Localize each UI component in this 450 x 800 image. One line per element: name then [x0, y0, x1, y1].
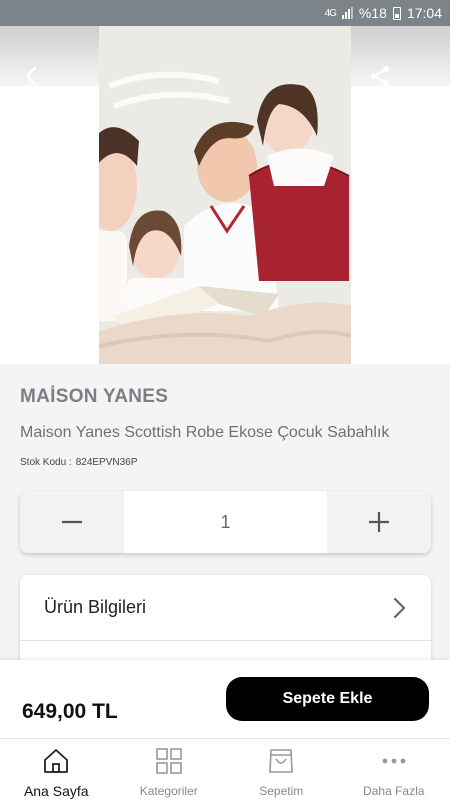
- share-icon: [371, 66, 389, 86]
- info-row-label: Ürün Bilgileri: [44, 597, 147, 617]
- tab-cart[interactable]: Sepetim: [225, 739, 338, 800]
- quantity-stepper: 1: [20, 491, 431, 553]
- status-bar: 4G %18 17:04: [0, 0, 450, 26]
- plus-icon: [369, 512, 389, 532]
- product-title: Maison Yanes Scottish Robe Ekose Çocuk S…: [20, 424, 390, 441]
- increment-button[interactable]: [327, 491, 431, 553]
- tab-home[interactable]: Ana Sayfa: [0, 739, 113, 800]
- sku-label: Stok Kodu :: [20, 457, 72, 468]
- product-price: 649,00 TL: [22, 700, 118, 723]
- tab-label-home: Ana Sayfa: [23, 783, 89, 799]
- bottom-tab-bar: Ana Sayfa Kategoriler Sepetim Daha Fazla: [0, 738, 450, 800]
- signal-icon: [341, 7, 353, 19]
- tab-categories[interactable]: Kategoriler: [113, 739, 226, 800]
- grid-icon: [154, 746, 184, 776]
- shopping-bag-icon: [266, 746, 296, 776]
- share-button[interactable]: [368, 64, 392, 88]
- network-label: 4G: [324, 7, 337, 19]
- product-image-area: [0, 26, 450, 364]
- battery-percent: %18: [358, 5, 387, 21]
- more-icon: [379, 746, 409, 776]
- home-icon: [41, 746, 71, 776]
- tab-label-more: Daha Fazla: [363, 784, 425, 798]
- decrement-button[interactable]: [20, 491, 124, 553]
- purchase-bar: 649,00 TL Sepete Ekle: [0, 660, 450, 738]
- chevron-left-icon: [25, 66, 37, 86]
- add-to-cart-button[interactable]: Sepete Ekle: [226, 677, 429, 721]
- tab-label-categories: Kategoriler: [139, 784, 198, 798]
- tab-label-cart: Sepetim: [259, 784, 304, 798]
- info-row-product-details[interactable]: Ürün Bilgileri: [20, 575, 431, 641]
- battery-icon: [392, 6, 401, 20]
- product-photo[interactable]: [99, 26, 351, 364]
- family-photo-illustration: [99, 26, 351, 364]
- chevron-right-icon: [393, 597, 406, 618]
- quantity-value[interactable]: 1: [124, 491, 327, 553]
- back-button[interactable]: [20, 64, 44, 88]
- minus-icon: [62, 520, 82, 524]
- product-brand: MAİSON YANES: [20, 386, 169, 407]
- clock: 17:04: [406, 5, 442, 21]
- sku-value: 824EPVN36P: [75, 457, 138, 468]
- sku-line: Stok Kodu : 824EPVN36P: [20, 457, 137, 468]
- tab-more[interactable]: Daha Fazla: [338, 739, 450, 800]
